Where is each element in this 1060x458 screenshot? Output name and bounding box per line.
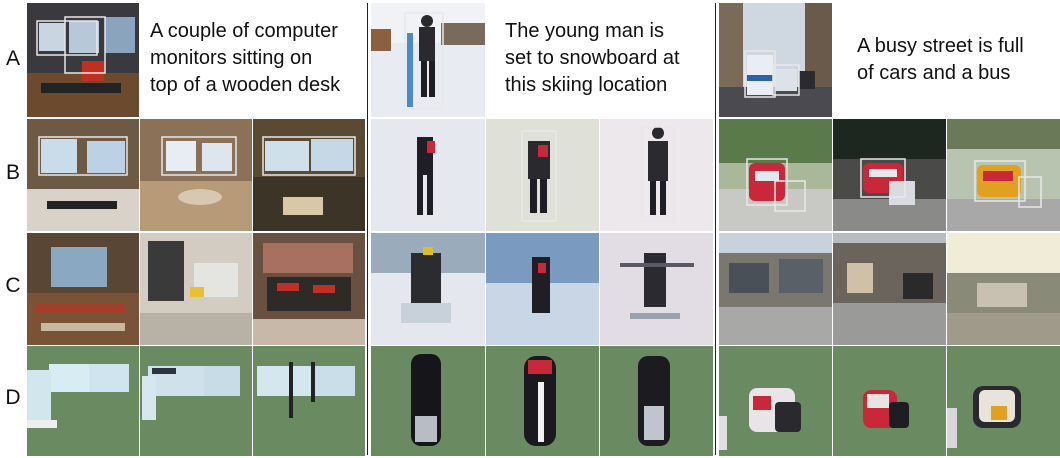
desk-row-b-image-1 [27,119,139,231]
snow-row-b-image-3 [600,119,713,231]
street-row-c-image-1 [719,233,832,345]
street-row-d-image-3 [947,346,1060,456]
group-separator-2 [715,3,716,455]
desk-row-d-image-3 [253,346,365,456]
row-label-c: C [5,274,21,297]
snow-caption: The young man is set to snowboard at thi… [505,18,680,99]
snow-row-a-photo [371,3,485,117]
snow-row-c-image-2 [486,233,599,345]
snow-row-b-image-2 [486,119,599,231]
snow-row-d-image-2 [486,346,599,456]
snow-caption-line-3: this skiing location [505,74,668,96]
desk-caption-line-2: monitors sitting on [150,47,313,69]
desk-row-d-image-1 [27,346,139,456]
street-row-b-image-1 [719,119,832,231]
snow-row-d-image-1 [371,346,485,456]
desk-row-b-image-2 [140,119,252,231]
street-row-b-image-3 [947,119,1060,231]
street-row-d-image-2 [833,346,946,456]
street-row-b-image-2 [833,119,946,231]
desk-row-b-image-3 [253,119,365,231]
desk-row-c-image-3 [253,233,365,345]
desk-caption-line-3: top of a wooden desk [150,74,341,96]
row-label-b: B [5,161,20,184]
street-caption: A busy street is full of cars and a bus [857,33,1024,87]
street-row-d-image-1 [719,346,832,456]
street-caption-line-2: of cars and a bus [857,62,1011,84]
snow-caption-line-2: set to snowboard at [505,47,680,69]
street-caption-line-1: A busy street is full [857,35,1024,57]
desk-row-c-image-2 [140,233,252,345]
desk-row-d-image-2 [140,346,252,456]
row-label-d: D [5,386,21,409]
desk-caption: A couple of computer monitors sitting on… [150,18,340,99]
desk-caption-line-1: A couple of computer [150,20,338,42]
row-label-a: A [5,47,20,70]
snow-row-c-image-1 [371,233,485,345]
street-row-a-photo [719,3,832,117]
street-row-c-image-3 [947,233,1060,345]
snow-row-d-image-3 [600,346,713,456]
desk-row-a-photo [27,3,139,117]
snow-row-b-image-1 [371,119,485,231]
group-separator-1 [367,3,368,455]
street-row-c-image-2 [833,233,946,345]
snow-caption-line-1: The young man is [505,20,664,42]
snow-row-c-image-3 [600,233,713,345]
desk-row-c-image-1 [27,233,139,345]
